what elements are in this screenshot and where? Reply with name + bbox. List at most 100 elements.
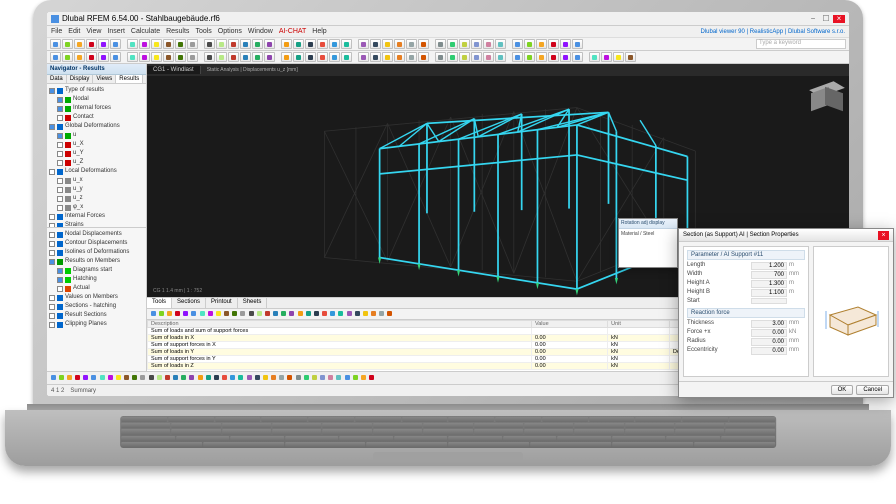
toolbar-button[interactable] xyxy=(174,310,181,319)
toolbar-button[interactable] xyxy=(139,39,150,49)
toolbar-button[interactable] xyxy=(272,310,279,319)
checkbox-icon[interactable] xyxy=(57,268,63,274)
toolbar-button[interactable] xyxy=(252,39,263,49)
toolbar-button[interactable] xyxy=(229,374,236,383)
toolbar-button[interactable] xyxy=(216,52,227,62)
tree-item[interactable]: Diagrams start xyxy=(49,266,144,275)
toolbar-button[interactable] xyxy=(625,52,636,62)
toolbar-button[interactable] xyxy=(50,52,61,62)
toolbar-button[interactable] xyxy=(341,52,352,62)
toolbar-button[interactable] xyxy=(512,52,523,62)
checkbox-icon[interactable] xyxy=(57,142,63,148)
tree-item[interactable]: Contact xyxy=(49,113,144,122)
checkbox-icon[interactable] xyxy=(57,178,63,184)
toolbar-button[interactable] xyxy=(319,374,326,383)
toolbar-button[interactable] xyxy=(74,52,85,62)
menu-item[interactable]: Window xyxy=(248,28,273,35)
checkbox-icon[interactable] xyxy=(49,88,55,94)
toolbar-button[interactable] xyxy=(252,52,263,62)
toolbar-button[interactable] xyxy=(352,374,359,383)
toolbar-button[interactable] xyxy=(50,374,57,383)
toolbar-button[interactable] xyxy=(223,310,230,319)
toolbar-button[interactable] xyxy=(264,52,275,62)
toolbar-button[interactable] xyxy=(180,374,187,383)
toolbar-button[interactable] xyxy=(321,310,328,319)
toolbar-button[interactable] xyxy=(536,52,547,62)
toolbar-button[interactable] xyxy=(281,39,292,49)
tree-item[interactable]: u_Y xyxy=(49,149,144,158)
toolbar-button[interactable] xyxy=(151,52,162,62)
maximize-button[interactable]: ☐ xyxy=(820,15,832,23)
menu-item[interactable]: Calculate xyxy=(131,28,160,35)
menu-item[interactable]: Options xyxy=(218,28,242,35)
navigation-cube[interactable] xyxy=(811,84,841,114)
toolbar-button[interactable] xyxy=(327,374,334,383)
toolbar-button[interactable] xyxy=(98,52,109,62)
close-button[interactable]: × xyxy=(833,15,845,23)
toolbar-button[interactable] xyxy=(74,39,85,49)
toolbar-button[interactable] xyxy=(386,310,393,319)
toolbar-button[interactable] xyxy=(297,310,304,319)
toolbar-button[interactable] xyxy=(151,39,162,49)
param-input[interactable]: 0.00 xyxy=(751,347,787,355)
toolbar-button[interactable] xyxy=(483,39,494,49)
param-input[interactable]: 700 xyxy=(751,271,787,279)
toolbar-button[interactable] xyxy=(90,374,97,383)
toolbar-button[interactable] xyxy=(115,374,122,383)
tree-item[interactable]: Results on Members xyxy=(49,257,144,266)
toolbar-button[interactable] xyxy=(262,374,269,383)
toolbar-button[interactable] xyxy=(313,310,320,319)
tree-item[interactable]: u_z xyxy=(49,194,144,203)
toolbar-button[interactable] xyxy=(459,52,470,62)
tree-item[interactable]: Contour Displacements xyxy=(49,239,144,248)
checkbox-icon[interactable] xyxy=(57,106,63,112)
toolbar-button[interactable] xyxy=(228,52,239,62)
toolbar-button[interactable] xyxy=(354,310,361,319)
cancel-button[interactable]: Cancel xyxy=(856,385,889,395)
menu-item[interactable]: Edit xyxy=(68,28,80,35)
toolbar-button[interactable] xyxy=(370,310,377,319)
toolbar-button[interactable] xyxy=(254,374,261,383)
toolbar-button[interactable] xyxy=(293,39,304,49)
toolbar-button[interactable] xyxy=(164,374,171,383)
tree-item[interactable]: Local Deformations xyxy=(49,167,144,176)
toolbar-button[interactable] xyxy=(495,52,506,62)
toolbar-button[interactable] xyxy=(240,52,251,62)
toolbar-button[interactable] xyxy=(370,52,381,62)
dialog-titlebar[interactable]: Section (as Support) AI | Section Proper… xyxy=(679,229,893,242)
toolbar-button[interactable] xyxy=(110,39,121,49)
bottom-tab-sections[interactable]: Sections xyxy=(172,298,206,308)
toolbar-button[interactable] xyxy=(204,39,215,49)
toolbar-button[interactable] xyxy=(358,39,369,49)
toolbar-button[interactable] xyxy=(148,374,155,383)
param-input[interactable]: 1.200 xyxy=(751,262,787,270)
checkbox-icon[interactable] xyxy=(49,169,55,175)
toolbar-button[interactable] xyxy=(418,52,429,62)
toolbar-button[interactable] xyxy=(447,39,458,49)
tree-item[interactable]: u_X xyxy=(49,140,144,149)
toolbar-button[interactable] xyxy=(139,374,146,383)
toolbar-button[interactable] xyxy=(346,310,353,319)
menu-item[interactable]: Help xyxy=(312,28,326,35)
toolbar-button[interactable] xyxy=(127,52,138,62)
param-input[interactable]: 1.100 xyxy=(751,289,787,297)
menu-item[interactable]: Tools xyxy=(195,28,211,35)
param-input[interactable]: 0.00 xyxy=(751,329,787,337)
checkbox-icon[interactable] xyxy=(49,241,55,247)
toolbar-button[interactable] xyxy=(305,39,316,49)
toolbar-button[interactable] xyxy=(329,310,336,319)
search-input[interactable]: Type a keyword xyxy=(756,39,846,49)
toolbar-button[interactable] xyxy=(288,310,295,319)
toolbar-button[interactable] xyxy=(264,310,271,319)
toolbar-button[interactable] xyxy=(256,310,263,319)
dialog-close-button[interactable]: × xyxy=(878,231,889,240)
toolbar-button[interactable] xyxy=(447,52,458,62)
checkbox-icon[interactable] xyxy=(49,295,55,301)
toolbar-button[interactable] xyxy=(221,374,228,383)
nav-tab-results[interactable]: Results xyxy=(116,75,143,83)
tree-item[interactable]: Sections - hatching xyxy=(49,302,144,311)
bottom-tab-tools[interactable]: Tools xyxy=(147,298,172,308)
toolbar-button[interactable] xyxy=(589,52,600,62)
toolbar-button[interactable] xyxy=(86,39,97,49)
material-popup[interactable]: Rotation adj display Material / Steel xyxy=(618,218,678,268)
